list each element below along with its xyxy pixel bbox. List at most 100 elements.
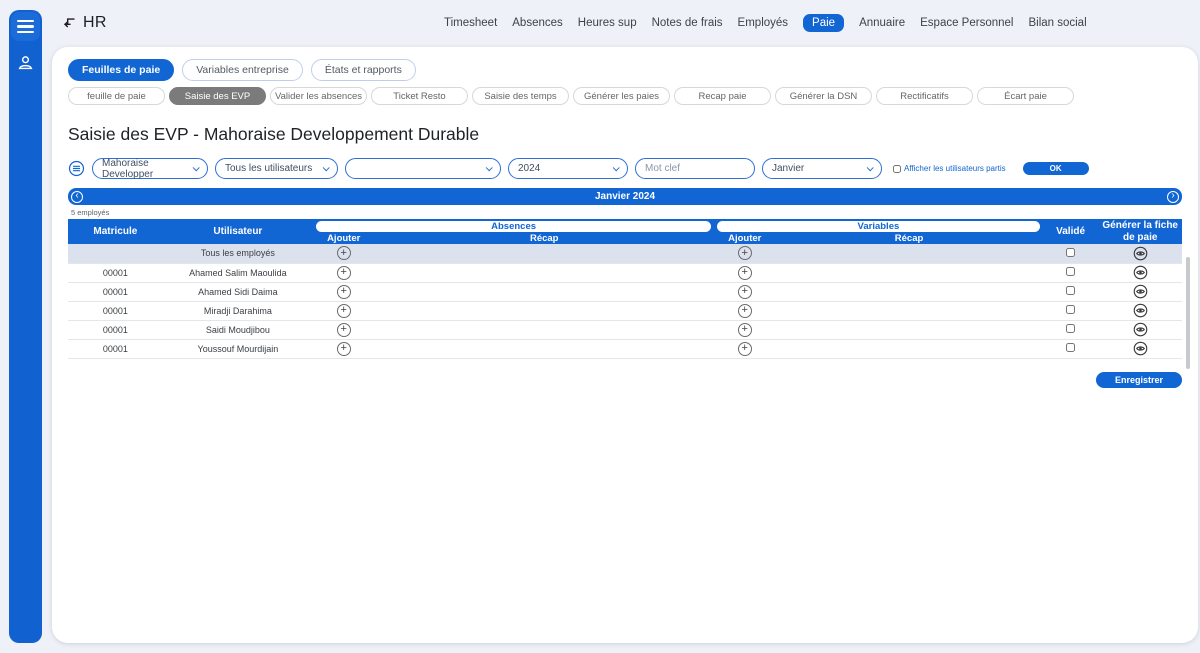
validate-checkbox[interactable] [1066,305,1075,314]
keyword-input-wrap [635,158,755,179]
cell-absences-recap [374,282,714,301]
page-title: Saisie des EVP - Mahoraise Developpement… [68,124,1182,145]
nav-paie[interactable]: Paie [803,14,844,32]
validate-checkbox[interactable] [1066,286,1075,295]
extra-select[interactable] [345,158,501,179]
add-variable-button[interactable]: + [738,246,752,260]
nav-notes-de-frais[interactable]: Notes de frais [652,17,723,29]
add-absence-button[interactable]: + [337,342,351,356]
cell-variables-recap [775,282,1042,301]
tab-valider-les-absences[interactable]: Valider les absences [270,87,367,105]
tab-feuille-de-paie[interactable]: feuille de paie [68,87,165,105]
user-icon[interactable] [16,53,35,77]
previous-month-icon[interactable]: ‹ [71,191,83,203]
validate-checkbox[interactable] [1066,267,1075,276]
cell-absences-recap [374,244,714,263]
chevron-down-icon [323,164,330,171]
cell-absences-recap [374,263,714,282]
view-payslip-eye-icon[interactable] [1133,341,1148,356]
add-variable-button[interactable]: + [738,266,752,280]
cell-matricule: 00001 [68,263,163,282]
hamburger-menu-icon[interactable] [11,12,40,41]
tab-feuilles-de-paie[interactable]: Feuilles de paie [68,59,174,81]
cell-variables-recap [775,339,1042,358]
add-absence-button[interactable]: + [337,323,351,337]
add-variable-button[interactable]: + [738,304,752,318]
nav-heures-sup[interactable]: Heures sup [578,17,637,29]
chevron-down-icon [613,164,620,171]
table-row-all-employees: Tous les employés + + [68,244,1182,263]
col-header-matricule: Matricule [68,219,163,244]
cell-absences-recap [374,301,714,320]
return-arrow-icon[interactable] [62,16,76,30]
evp-table: Matricule Utilisateur Absences Variables… [68,219,1182,359]
col-header-utilisateur: Utilisateur [163,219,313,244]
nav-bilan-social[interactable]: Bilan social [1028,17,1086,29]
table-row-employee: 00001 Ahamed Sidi Daima + + [68,282,1182,301]
subheader-absences-recap: Récap [374,232,714,244]
month-select[interactable]: Janvier [762,158,882,179]
show-left-users-label[interactable]: Afficher les utilisateurs partis [904,164,1006,173]
add-variable-button[interactable]: + [738,285,752,299]
chevron-down-icon [867,164,874,171]
tab-generer-la-dsn[interactable]: Générer la DSN [775,87,872,105]
add-absence-button[interactable]: + [337,304,351,318]
table-row-employee: 00001 Saidi Moudjibou + + [68,320,1182,339]
cell-absences-recap [374,320,714,339]
add-variable-button[interactable]: + [738,323,752,337]
keyword-input[interactable] [645,163,745,174]
view-payslip-eye-icon[interactable] [1133,303,1148,318]
secondary-tabs: feuille de paie Saisie des EVP Valider l… [68,87,1182,105]
cell-name: Ahamed Sidi Daima [163,282,313,301]
cell-matricule: 00001 [68,339,163,358]
ok-button[interactable]: OK [1023,162,1089,175]
add-variable-button[interactable]: + [738,342,752,356]
view-payslip-eye-icon[interactable] [1133,322,1148,337]
tab-variables-entreprise[interactable]: Variables entreprise [182,59,303,81]
tab-etats-et-rapports[interactable]: États et rapports [311,59,416,81]
topbar: HR Timesheet Absences Heures sup Notes d… [52,0,1200,45]
nav-annuaire[interactable]: Annuaire [859,17,905,29]
add-absence-button[interactable]: + [337,285,351,299]
nav-absences[interactable]: Absences [512,17,563,29]
cell-name: Youssouf Mourdijain [163,339,313,358]
tab-generer-les-paies[interactable]: Générer les paies [573,87,670,105]
nav-espace-personnel[interactable]: Espace Personnel [920,17,1013,29]
group-header-absences: Absences [313,219,714,232]
nav-employes[interactable]: Employés [738,17,789,29]
year-select[interactable]: 2024 [508,158,628,179]
validate-checkbox[interactable] [1066,343,1075,352]
validate-checkbox[interactable] [1066,324,1075,333]
cell-variables-recap [775,320,1042,339]
table-row-employee: 00001 Miradji Darahima + + [68,301,1182,320]
tab-ticket-resto[interactable]: Ticket Resto [371,87,468,105]
add-absence-button[interactable]: + [337,266,351,280]
table-row-employee: 00001 Youssouf Mourdijain + + [68,339,1182,358]
add-absence-button[interactable]: + [337,246,351,260]
company-select[interactable]: Mahoraise Developper [92,158,208,179]
tab-ecart-paie[interactable]: Écart paie [977,87,1074,105]
filter-bar: Mahoraise Developper Tous les utilisateu… [68,158,1182,179]
nav-timesheet[interactable]: Timesheet [444,17,497,29]
validate-checkbox[interactable] [1066,248,1075,257]
tab-saisie-des-evp[interactable]: Saisie des EVP [169,87,266,105]
tab-rectificatifs[interactable]: Rectificatifs [876,87,973,105]
view-payslip-eye-icon[interactable] [1133,265,1148,280]
users-select[interactable]: Tous les utilisateurs [215,158,338,179]
cell-absences-recap [374,339,714,358]
sidebar [9,10,42,643]
filter-list-icon[interactable] [68,160,85,177]
tab-recap-paie[interactable]: Recap paie [674,87,771,105]
view-payslip-eye-icon[interactable] [1133,284,1148,299]
table-scrollbar[interactable] [1186,257,1190,369]
tab-saisie-des-temps[interactable]: Saisie des temps [472,87,569,105]
next-month-icon[interactable]: › [1167,191,1179,203]
show-left-users-checkbox[interactable] [893,165,901,173]
cell-matricule: 00001 [68,301,163,320]
view-payslip-eye-icon[interactable] [1133,246,1148,261]
cell-variables-recap [775,244,1042,263]
app-logo: HR [52,14,107,32]
save-button[interactable]: Enregistrer [1096,372,1182,388]
cell-name: Saidi Moudjibou [163,320,313,339]
chevron-down-icon [486,164,493,171]
